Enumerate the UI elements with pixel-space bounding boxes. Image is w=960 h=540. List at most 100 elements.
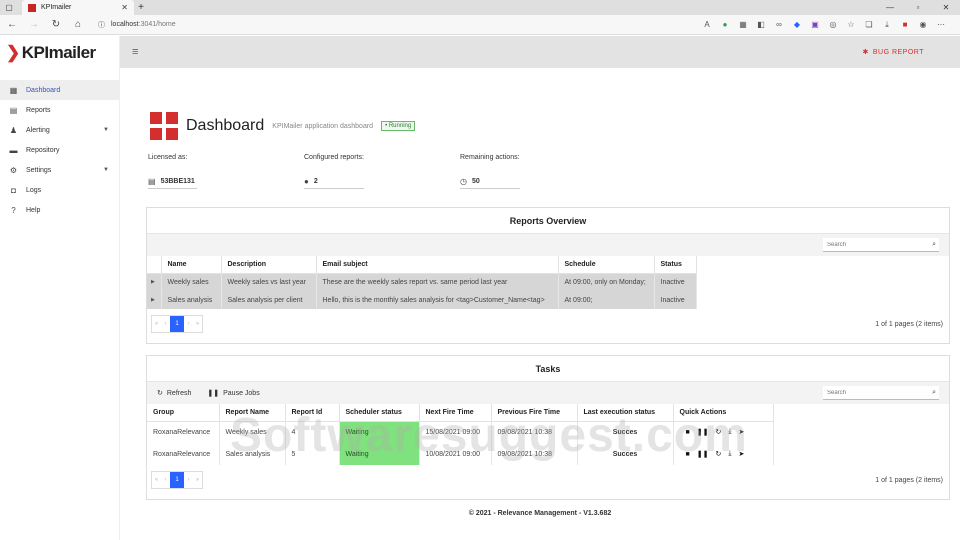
url-field[interactable]: ⓘ localhost:3041/home bbox=[92, 18, 652, 32]
stop-icon[interactable]: ■ bbox=[686, 451, 690, 458]
sidebar-item-repository[interactable]: ▬ Repository bbox=[0, 140, 119, 160]
hamburger-menu-icon[interactable]: ≡ bbox=[132, 46, 138, 58]
extension-green-icon[interactable]: ● bbox=[720, 20, 730, 30]
send-icon[interactable]: ➤ bbox=[738, 450, 744, 458]
tasks-search[interactable]: ⌕ bbox=[823, 386, 939, 400]
profile-avatar-icon[interactable]: ◉ bbox=[918, 20, 928, 30]
reload-icon[interactable]: ↻ bbox=[48, 19, 64, 30]
reports-toolbar: ⌕ bbox=[147, 234, 949, 256]
search-icon[interactable]: ⌕ bbox=[932, 241, 936, 249]
sidebar-item-settings[interactable]: ⚙ Settings ▼ bbox=[0, 160, 119, 180]
first-page-icon[interactable]: « bbox=[152, 472, 161, 488]
url-host: localhost bbox=[111, 21, 139, 28]
stop-icon[interactable]: ■ bbox=[686, 429, 690, 436]
pause-icon[interactable]: ❚❚ bbox=[697, 428, 709, 436]
sidebar-item-logs[interactable]: ◘ Logs bbox=[0, 180, 119, 200]
prev-page-icon[interactable]: ‹ bbox=[161, 472, 170, 488]
last-page-icon[interactable]: » bbox=[193, 316, 202, 332]
shield-icon[interactable]: ◆ bbox=[792, 20, 802, 30]
sidebar-item-dashboard[interactable]: ▦ Dashboard bbox=[0, 80, 119, 100]
info-icon[interactable]: ⓘ bbox=[98, 20, 105, 30]
expand-row-icon[interactable]: ▶ bbox=[147, 291, 162, 309]
collections-icon[interactable]: ❏ bbox=[864, 20, 874, 30]
send-icon[interactable]: ➤ bbox=[738, 428, 744, 436]
column-header[interactable]: Quick Actions bbox=[673, 404, 774, 422]
favorites-icon[interactable]: ☆ bbox=[846, 20, 856, 30]
reports-search-input[interactable] bbox=[827, 241, 933, 248]
cell-last-status: Succes bbox=[577, 421, 674, 443]
extension-red-icon[interactable]: ■ bbox=[900, 20, 910, 30]
table-row[interactable]: ▶ Weekly sales Weekly sales vs last year… bbox=[147, 273, 697, 291]
back-icon[interactable]: ← bbox=[4, 19, 20, 30]
browser-tab[interactable]: KPImailer ✕ bbox=[22, 0, 134, 15]
extension-icon[interactable]: ▣ bbox=[810, 20, 820, 30]
run-now-icon[interactable]: ↻ bbox=[715, 428, 721, 436]
sidebar-item-help[interactable]: ? Help bbox=[0, 200, 119, 220]
window-menu-icon[interactable]: ▢ bbox=[0, 0, 18, 15]
column-header[interactable]: Scheduler status bbox=[339, 404, 420, 422]
extension-icon[interactable]: ◎ bbox=[828, 20, 838, 30]
next-page-icon[interactable]: › bbox=[184, 316, 193, 332]
forward-icon[interactable]: → bbox=[26, 19, 42, 30]
column-header[interactable]: Last execution status bbox=[577, 404, 674, 422]
column-header[interactable]: Previous Fire Time bbox=[491, 404, 578, 422]
remaining-label: Remaining actions: bbox=[460, 154, 520, 161]
reports-icon: ▤ bbox=[9, 105, 18, 115]
minimize-icon[interactable]: — bbox=[876, 3, 904, 12]
cell-group: RoxanaRelevance bbox=[147, 421, 220, 443]
column-header[interactable]: Email subject bbox=[316, 256, 559, 274]
extension-icon[interactable]: ∞ bbox=[774, 20, 784, 30]
first-page-icon[interactable]: « bbox=[152, 316, 161, 332]
extension-icon[interactable]: ▦ bbox=[738, 20, 748, 30]
table-row[interactable]: RoxanaRelevance Weekly sales 4 Waiting 1… bbox=[147, 421, 774, 443]
column-header[interactable]: Group bbox=[147, 404, 220, 422]
bug-report-button[interactable]: ✱ BUG REPORT bbox=[862, 48, 924, 57]
reports-overview-title: Reports Overview bbox=[147, 208, 949, 234]
chevron-down-icon[interactable]: ▼ bbox=[103, 127, 109, 133]
app-logo[interactable]: ❯ KPImailer bbox=[0, 36, 119, 70]
next-page-icon[interactable]: › bbox=[184, 472, 193, 488]
chevron-down-icon[interactable]: ▼ bbox=[103, 167, 109, 173]
close-window-icon[interactable]: ✕ bbox=[932, 3, 960, 12]
column-header[interactable]: Status bbox=[654, 256, 697, 274]
sidebar-item-reports[interactable]: ▤ Reports bbox=[0, 100, 119, 120]
page-number-button[interactable]: 1 bbox=[170, 472, 184, 488]
more-icon[interactable]: ⋯ bbox=[936, 20, 946, 30]
column-header[interactable]: Next Fire Time bbox=[419, 404, 492, 422]
column-header[interactable]: Description bbox=[221, 256, 317, 274]
download-icon[interactable]: ⤓ bbox=[882, 20, 892, 30]
column-header[interactable]: Report Id bbox=[285, 404, 340, 422]
tasks-pager: « ‹ 1 › » 1 of 1 pages (2 items) bbox=[147, 465, 949, 495]
run-now-icon[interactable]: ↻ bbox=[715, 450, 721, 458]
cell-next-fire: 10/08/2021 09:00 bbox=[419, 443, 492, 465]
home-icon[interactable]: ⌂ bbox=[70, 19, 86, 30]
column-header[interactable]: Name bbox=[161, 256, 222, 274]
download-icon[interactable]: ⤓ bbox=[728, 450, 731, 458]
close-tab-icon[interactable]: ✕ bbox=[121, 3, 128, 12]
pause-icon[interactable]: ❚❚ bbox=[697, 450, 709, 458]
read-aloud-icon[interactable]: A bbox=[702, 20, 712, 30]
column-header[interactable]: Schedule bbox=[558, 256, 655, 274]
page-number-button[interactable]: 1 bbox=[170, 316, 184, 332]
refresh-button[interactable]: ↻ Refresh bbox=[157, 389, 191, 398]
search-icon[interactable]: ⌕ bbox=[932, 389, 936, 397]
table-row[interactable]: RoxanaRelevance Sales analysis 5 Waiting… bbox=[147, 443, 774, 465]
prev-page-icon[interactable]: ‹ bbox=[161, 316, 170, 332]
table-row[interactable]: ▶ Sales analysis Sales analysis per clie… bbox=[147, 291, 697, 309]
cell-prev-fire: 09/08/2021 10:38 bbox=[491, 443, 578, 465]
extension-icon[interactable]: ◧ bbox=[756, 20, 766, 30]
download-icon[interactable]: ⤓ bbox=[728, 428, 731, 436]
expand-row-icon[interactable]: ▶ bbox=[147, 273, 162, 291]
cell-status: Inactive bbox=[654, 291, 697, 309]
reports-search[interactable]: ⌕ bbox=[823, 238, 939, 252]
last-page-icon[interactable]: » bbox=[193, 472, 202, 488]
maximize-icon[interactable]: ▫ bbox=[904, 3, 932, 12]
tasks-search-input[interactable] bbox=[827, 389, 933, 396]
tasks-card: Tasks ↻ Refresh ❚❚ Pause Jobs ⌕ Group Re… bbox=[146, 355, 950, 500]
pause-jobs-button[interactable]: ❚❚ Pause Jobs bbox=[207, 389, 259, 398]
column-header[interactable]: Report Name bbox=[219, 404, 286, 422]
cell-quick-actions: ■ ❚❚ ↻ ⤓ ➤ bbox=[673, 421, 774, 443]
tasks-table: Group Report Name Report Id Scheduler st… bbox=[147, 404, 774, 465]
new-tab-button[interactable]: + bbox=[134, 2, 148, 13]
sidebar-item-alerting[interactable]: ♟ Alerting ▼ bbox=[0, 120, 119, 140]
